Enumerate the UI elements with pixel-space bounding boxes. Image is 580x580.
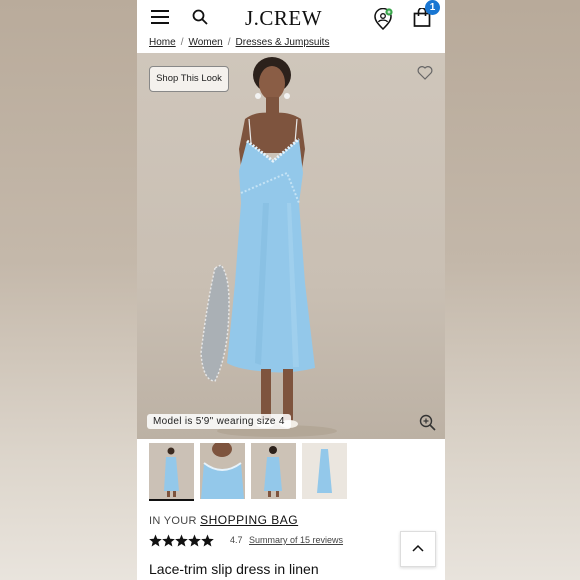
top-navigation-bar: J.CREW 1 bbox=[137, 0, 445, 36]
back-to-top-button[interactable] bbox=[400, 531, 436, 567]
breadcrumb-separator: / bbox=[180, 37, 184, 48]
star-rating-icon bbox=[149, 534, 214, 547]
breadcrumb-women[interactable]: Women bbox=[188, 37, 222, 48]
chevron-up-icon bbox=[412, 544, 424, 552]
heart-icon[interactable] bbox=[417, 65, 433, 80]
model-photo bbox=[200, 57, 337, 437]
background-left bbox=[0, 0, 137, 580]
breadcrumb-home[interactable]: Home bbox=[149, 37, 176, 48]
rating-value: 4.7 bbox=[230, 535, 243, 545]
reviews-summary-link[interactable]: Summary of 15 reviews bbox=[249, 535, 343, 545]
phone-screen: J.CREW 1 Home / Women / Dresses & Jumpsuits bbox=[137, 0, 445, 580]
thumbnail-front[interactable] bbox=[149, 443, 194, 501]
zoom-in-icon[interactable] bbox=[419, 414, 436, 431]
model-size-info: Model is 5'9" wearing size 4 bbox=[147, 414, 291, 429]
shopping-bag-link[interactable]: SHOPPING BAG bbox=[200, 513, 298, 527]
breadcrumb: Home / Women / Dresses & Jumpsuits bbox=[149, 37, 329, 51]
thumbnail-detail[interactable] bbox=[200, 443, 245, 499]
thumbnail-flat[interactable] bbox=[302, 443, 347, 499]
rewards-icon[interactable] bbox=[373, 8, 393, 30]
breadcrumb-dresses[interactable]: Dresses & Jumpsuits bbox=[236, 37, 330, 48]
shop-this-look-button[interactable]: Shop This Look bbox=[149, 66, 229, 92]
search-icon[interactable] bbox=[192, 9, 208, 25]
brand-logo[interactable]: J.CREW bbox=[245, 6, 322, 31]
product-title: Lace-trim slip dress in linen bbox=[149, 561, 319, 577]
breadcrumb-separator: / bbox=[227, 37, 231, 48]
product-hero-image[interactable]: Shop This Look Model is 5'9" wearing siz… bbox=[137, 53, 445, 439]
in-your-bag-notice: IN YOUR SHOPPING BAG bbox=[149, 513, 298, 527]
background-right bbox=[445, 0, 580, 580]
thumbnail-back[interactable] bbox=[251, 443, 296, 499]
hamburger-menu-icon[interactable] bbox=[151, 10, 169, 24]
cart-count-badge: 1 bbox=[425, 0, 440, 15]
in-your-bag-prefix: IN YOUR bbox=[149, 515, 201, 527]
